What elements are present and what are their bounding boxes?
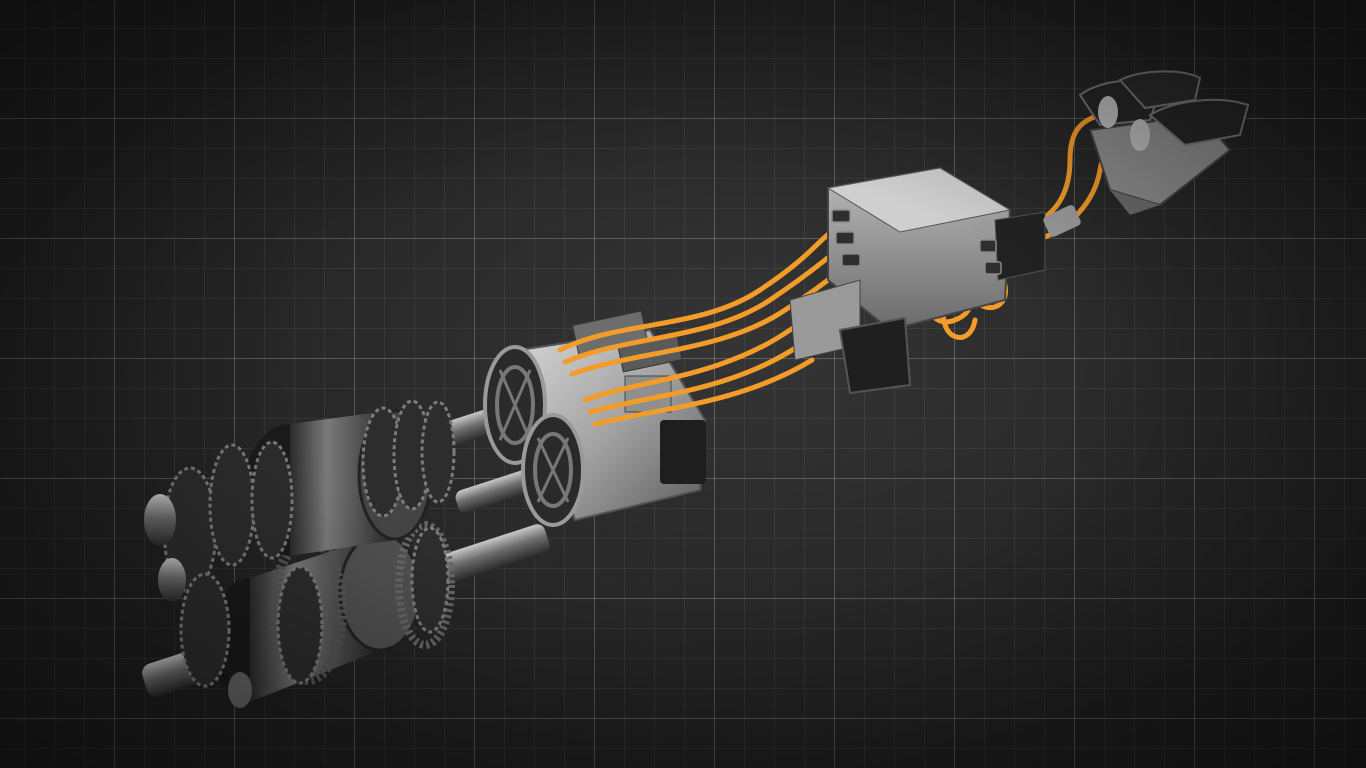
inverter-unit <box>789 166 1046 395</box>
drivetrain-illustration <box>142 70 1250 708</box>
charge-connector-assembly <box>1043 70 1250 237</box>
gearbox-assembly <box>142 399 550 708</box>
scene-canvas <box>0 0 1366 768</box>
